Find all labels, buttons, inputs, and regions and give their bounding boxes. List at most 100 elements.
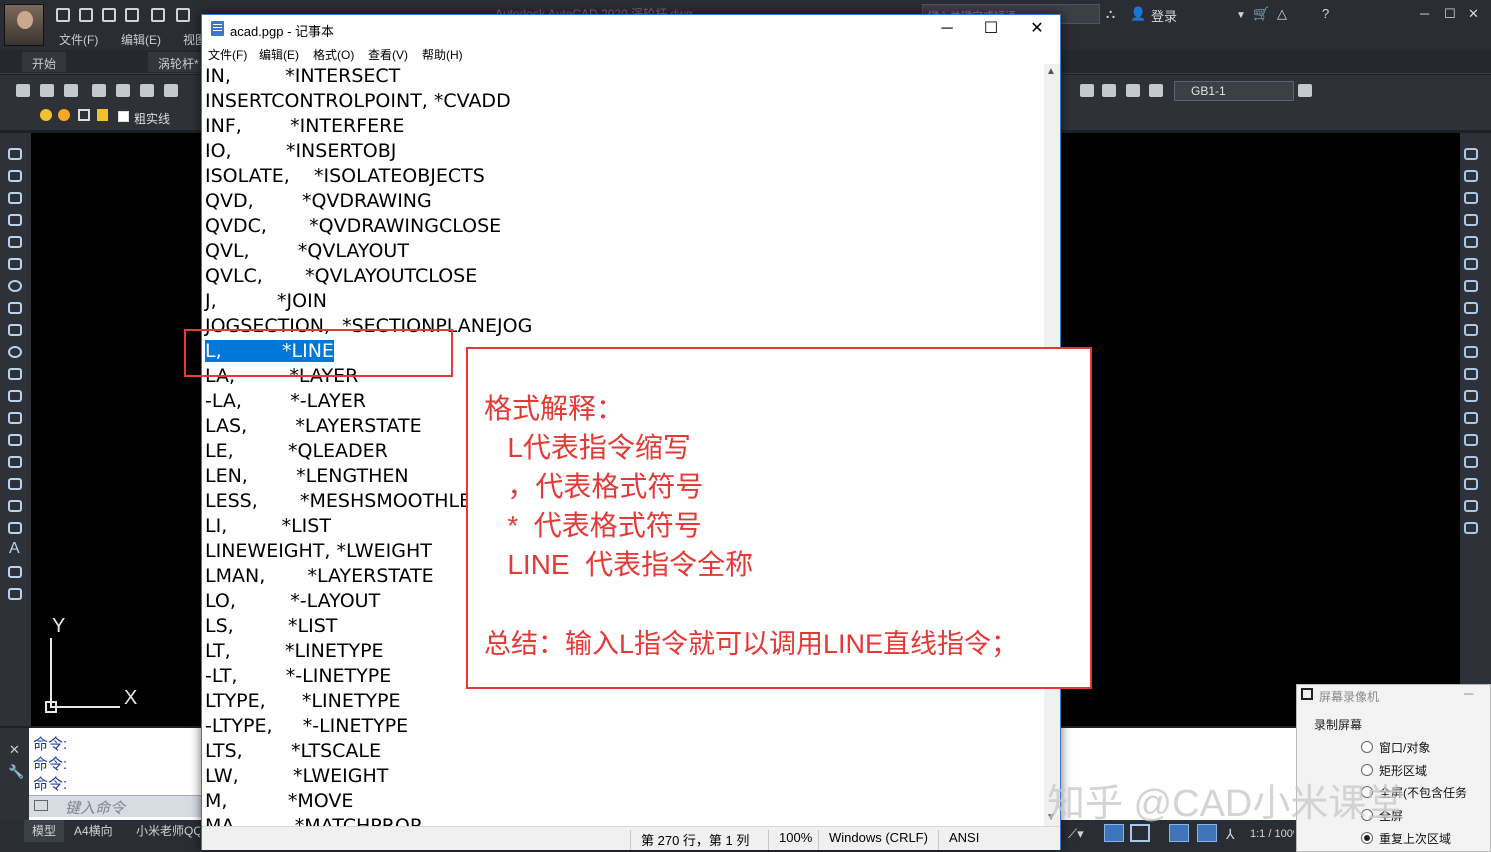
offset-icon[interactable] [1464,214,1478,226]
tab-layout-a4[interactable]: A4横向 [68,822,119,839]
tab-model[interactable]: 模型 [26,822,62,839]
table-icon[interactable] [8,522,22,534]
open-file-icon[interactable] [79,8,93,22]
join-icon[interactable] [1464,434,1478,446]
toolbar-text-style-icon[interactable] [1102,84,1116,97]
gradient-icon[interactable] [8,478,22,490]
add-selected-icon[interactable] [8,566,22,578]
multi-icon[interactable] [8,588,22,600]
toolbar-save-icon[interactable] [64,84,78,97]
toolbar-publish-icon[interactable] [140,84,154,97]
draw-revcloud-icon[interactable] [8,302,22,314]
menu-edit[interactable]: 编辑(E) [259,46,299,63]
draw-rectangle-icon[interactable] [8,236,22,248]
make-block-icon[interactable] [8,412,22,424]
layer-sun-icon[interactable] [58,109,70,121]
notepad-maximize-button[interactable]: ☐ [968,15,1014,44]
close-icon[interactable]: ✕ [1468,6,1479,22]
draw-line-icon[interactable] [8,148,22,160]
command-prompt-icon[interactable] [34,800,48,811]
tab-start[interactable]: 开始 [22,52,67,72]
mirror-icon[interactable] [1464,192,1478,204]
scale-icon[interactable] [1464,302,1478,314]
toolbar-3d-icon[interactable] [164,84,178,97]
snap-icon[interactable]: ⟋▾ [1068,826,1084,842]
insert-block-icon[interactable] [8,390,22,402]
break-point-icon[interactable] [1464,390,1478,402]
draw-point-icon[interactable] [8,434,22,446]
array-icon[interactable] [1464,236,1478,248]
restore-icon[interactable]: ☐ [1444,6,1456,22]
share-icon[interactable] [176,8,190,22]
menu-help[interactable]: 帮助(H) [422,46,463,63]
layer-viewport-icon[interactable] [78,109,90,121]
extend-icon[interactable] [1464,368,1478,380]
cart-icon[interactable]: 🛒 [1253,6,1269,22]
toolbar-open-icon[interactable] [40,84,54,97]
a360-icon[interactable]: △ [1277,6,1287,22]
draw-spline-icon[interactable] [8,324,22,336]
new-file-icon[interactable] [56,8,70,22]
blend-icon[interactable] [1464,500,1478,512]
draw-construction-line-icon[interactable] [8,170,22,182]
login-link[interactable]: 登录 [1151,6,1177,25]
acad-menu-file[interactable]: 文件(F) [59,31,98,48]
erase-icon[interactable] [1464,148,1478,160]
menu-format[interactable]: 格式(O) [313,46,354,63]
toolbar-mleader-icon[interactable] [1149,84,1163,97]
layer-bulb-icon[interactable] [40,109,52,121]
draw-ellipse-arc-icon[interactable] [8,368,22,380]
notepad-close-button[interactable]: ✕ [1014,15,1060,44]
annotation-scale[interactable]: 1:1 / 100% [1250,828,1294,840]
acad-menu-edit[interactable]: 编辑(E) [121,31,161,48]
save-icon[interactable] [102,8,116,22]
copy-icon[interactable] [1464,170,1478,182]
toolbar-new-icon[interactable] [16,84,30,97]
notepad-minimize-button[interactable]: ─ [924,15,970,44]
help-icon[interactable]: ? [1322,6,1329,21]
scroll-up-icon[interactable]: ▲ [1046,66,1056,77]
layer-name[interactable]: 粗实线 [134,110,170,127]
toolbar-print-icon[interactable] [92,84,106,97]
stretch-icon[interactable] [1464,324,1478,336]
rotate-icon[interactable] [1464,280,1478,292]
break-icon[interactable] [1464,412,1478,424]
chevron-down-icon[interactable]: ▼ [1236,10,1246,21]
dim-style-select[interactable]: GB1-1 [1174,81,1294,101]
plot-icon[interactable] [151,8,165,22]
annotation-scale-icon[interactable]: ⅄ [1226,826,1235,843]
draw-arc-icon[interactable] [8,258,22,270]
draw-circle-icon[interactable] [8,280,22,292]
radio-window[interactable] [1361,741,1373,753]
draw-ellipse-icon[interactable] [8,346,22,358]
draw-polygon-icon[interactable] [8,214,22,226]
explode-icon[interactable] [1464,522,1478,534]
save-as-icon[interactable] [125,8,139,22]
minimize-icon[interactable]: ─ [1420,6,1429,21]
hatch-icon[interactable] [8,456,22,468]
draw-polyline-icon[interactable] [8,192,22,204]
tab-drawing[interactable]: 涡轮杆* [148,52,209,72]
option-window[interactable]: 窗口/对象 [1379,739,1430,756]
option-repeat-last[interactable]: 重复上次区域 [1379,830,1451,847]
binoculars-icon[interactable]: ⛬ [1106,6,1115,22]
menu-file[interactable]: 文件(F) [208,46,247,63]
layer-color-swatch[interactable] [118,111,129,122]
toolbar-preview-icon[interactable] [116,84,130,97]
recorder-minimize-button[interactable]: ─ [1464,686,1473,701]
region-icon[interactable] [8,500,22,512]
move-icon[interactable] [1464,258,1478,270]
toolbar-dim-style-icon[interactable] [1298,84,1312,97]
wrench-icon[interactable]: 🔧 [8,764,24,780]
close-icon[interactable]: ✕ [9,742,20,758]
layer-lock-icon[interactable] [97,109,108,121]
trim-icon[interactable] [1464,346,1478,358]
tab-layout-qq[interactable]: 小米老师QQ [130,822,200,839]
menu-view[interactable]: 查看(V) [368,46,408,63]
chamfer-icon[interactable] [1464,456,1478,468]
toolbar-table-icon[interactable] [1126,84,1140,97]
fillet-icon[interactable] [1464,478,1478,490]
command-input[interactable]: 键入命令 [29,795,204,817]
mtext-icon[interactable]: A [9,540,20,558]
toolbar-dim-icon[interactable] [1080,84,1094,97]
